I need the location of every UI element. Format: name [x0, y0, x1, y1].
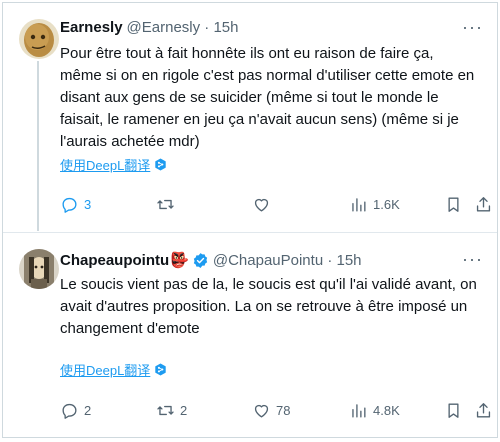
share-icon	[476, 403, 491, 418]
action-bar: 2 2 78 4.8K	[60, 401, 491, 425]
retweet-icon	[157, 199, 174, 210]
thread-connector-line	[37, 61, 39, 231]
heart-icon	[254, 198, 269, 212]
deepl-icon	[155, 363, 167, 376]
handle-and-time[interactable]: @Earnesly · 15h	[127, 19, 239, 36]
avatar-character-image	[19, 249, 59, 289]
reply-button[interactable]: 3	[60, 195, 91, 214]
more-icon[interactable]: ···	[462, 17, 483, 38]
avatar[interactable]	[19, 249, 59, 289]
views-count: 4.8K	[373, 403, 400, 418]
verified-badge-icon[interactable]	[192, 252, 209, 269]
display-name[interactable]: Chapeaupointu	[60, 252, 169, 269]
views-icon	[352, 404, 366, 418]
retweet-count: 2	[180, 403, 188, 418]
tweet-thread: Earnesly @Earnesly · 15h ··· Pour être t…	[2, 2, 498, 438]
like-button[interactable]: 78	[252, 401, 290, 420]
like-button[interactable]	[252, 195, 276, 214]
reply-icon	[62, 197, 77, 213]
share-button[interactable]	[474, 401, 493, 420]
views-icon	[352, 198, 366, 212]
avatar-potato-image	[19, 19, 59, 59]
reply-icon	[62, 403, 77, 419]
bookmark-button[interactable]	[444, 401, 463, 420]
share-icon	[476, 197, 491, 212]
tweet-text: Le soucis vient pas de la, le soucis est…	[60, 276, 477, 337]
heart-icon	[254, 404, 269, 418]
translate-link[interactable]: 使用DeepL翻译	[60, 155, 167, 174]
views-button[interactable]: 4.8K	[349, 401, 400, 420]
bookmark-icon	[448, 403, 459, 418]
tweet-text: Pour être tout à fait honnête ils ont eu…	[60, 45, 475, 150]
share-button[interactable]	[474, 195, 493, 214]
handle-and-time[interactable]: @ChapauPointu · 15h	[213, 252, 362, 269]
action-bar: 3 1.6K	[60, 195, 491, 219]
tweet-header: Earnesly @Earnesly · 15h	[60, 19, 239, 36]
tweet-earnesly[interactable]: Earnesly @Earnesly · 15h ··· Pour être t…	[3, 3, 497, 233]
like-count: 78	[276, 403, 291, 418]
views-button[interactable]: 1.6K	[349, 195, 400, 214]
avatar[interactable]	[19, 19, 59, 59]
reply-count: 2	[84, 403, 92, 418]
tweet-chapeaupointu[interactable]: Chapeaupointu 👺 @ChapauPointu · 15h ··· …	[3, 233, 497, 437]
retweet-icon	[157, 405, 174, 416]
translate-label: 使用DeepL翻译	[60, 158, 151, 173]
tweet-header: Chapeaupointu 👺 @ChapauPointu · 15h	[60, 251, 362, 270]
reply-button[interactable]: 2	[60, 401, 91, 420]
views-count: 1.6K	[373, 197, 400, 212]
retweet-button[interactable]: 2	[156, 401, 187, 420]
retweet-button[interactable]	[156, 195, 180, 214]
bookmark-icon	[448, 197, 459, 212]
translate-label: 使用DeepL翻译	[60, 363, 151, 378]
bookmark-button[interactable]	[444, 195, 463, 214]
translate-link[interactable]: 使用DeepL翻译	[60, 360, 167, 379]
goblin-emoji-icon: 👺	[170, 252, 189, 269]
more-icon[interactable]: ···	[462, 249, 483, 270]
deepl-icon	[155, 158, 167, 171]
display-name[interactable]: Earnesly	[60, 19, 123, 36]
reply-count: 3	[84, 197, 92, 212]
